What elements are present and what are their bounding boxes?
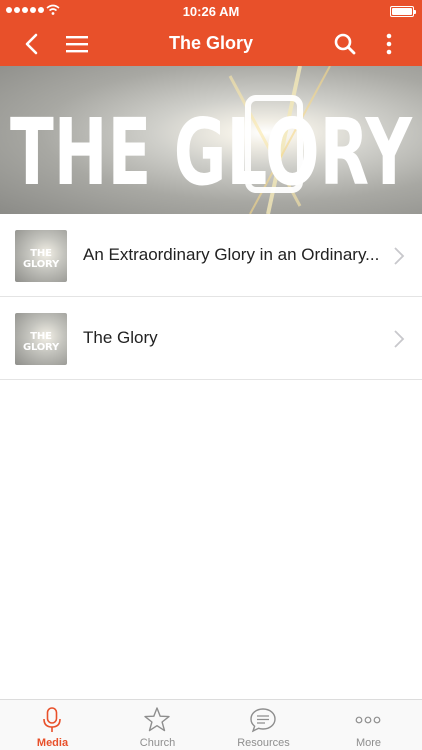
tab-church[interactable]: Church: [105, 700, 210, 750]
list-item[interactable]: THE GLORY An Extraordinary Glory in an O…: [0, 214, 422, 297]
tab-media-label: Media: [36, 737, 69, 749]
tab-bar: Media Church Resources More: [0, 699, 422, 750]
tab-resources-label: Resources: [237, 737, 290, 749]
tab-resources[interactable]: Resources: [211, 700, 316, 750]
tab-media[interactable]: Media: [0, 700, 105, 750]
tab-more[interactable]: More: [316, 700, 421, 750]
microphone-icon: [43, 707, 61, 732]
search-button[interactable]: [330, 29, 360, 59]
list-item-title: The Glory: [83, 328, 158, 347]
media-list: THE GLORY An Extraordinary Glory in an O…: [0, 214, 422, 380]
thumbnail-text: THE GLORY: [22, 331, 60, 353]
status-bar: 10:26 AM: [0, 0, 422, 22]
battery-icon: [390, 6, 416, 17]
series-thumbnail: THE GLORY: [15, 230, 67, 282]
tab-more-label: More: [355, 737, 382, 749]
tab-church-label: Church: [139, 737, 176, 749]
chevron-right-icon: [394, 247, 405, 265]
chevron-right-icon: [394, 330, 405, 348]
status-time: 10:26 AM: [182, 4, 240, 19]
banner-artwork: THE GLORY: [10, 66, 413, 214]
more-options-button[interactable]: [374, 29, 404, 59]
list-item-title: An Extraordinary Glory in an Ordinary...: [83, 245, 380, 264]
star-icon: [144, 707, 170, 732]
ellipsis-icon: [355, 716, 381, 724]
chat-bubble-icon: [250, 708, 276, 733]
thumbnail-text: THE GLORY: [22, 248, 60, 270]
series-thumbnail: THE GLORY: [15, 313, 67, 365]
nav-bar: The Glory: [0, 22, 422, 66]
banner-title-text: THE GLORY: [10, 99, 413, 206]
series-banner-image: THE GLORY: [0, 66, 422, 214]
list-item[interactable]: THE GLORY The Glory: [0, 297, 422, 380]
